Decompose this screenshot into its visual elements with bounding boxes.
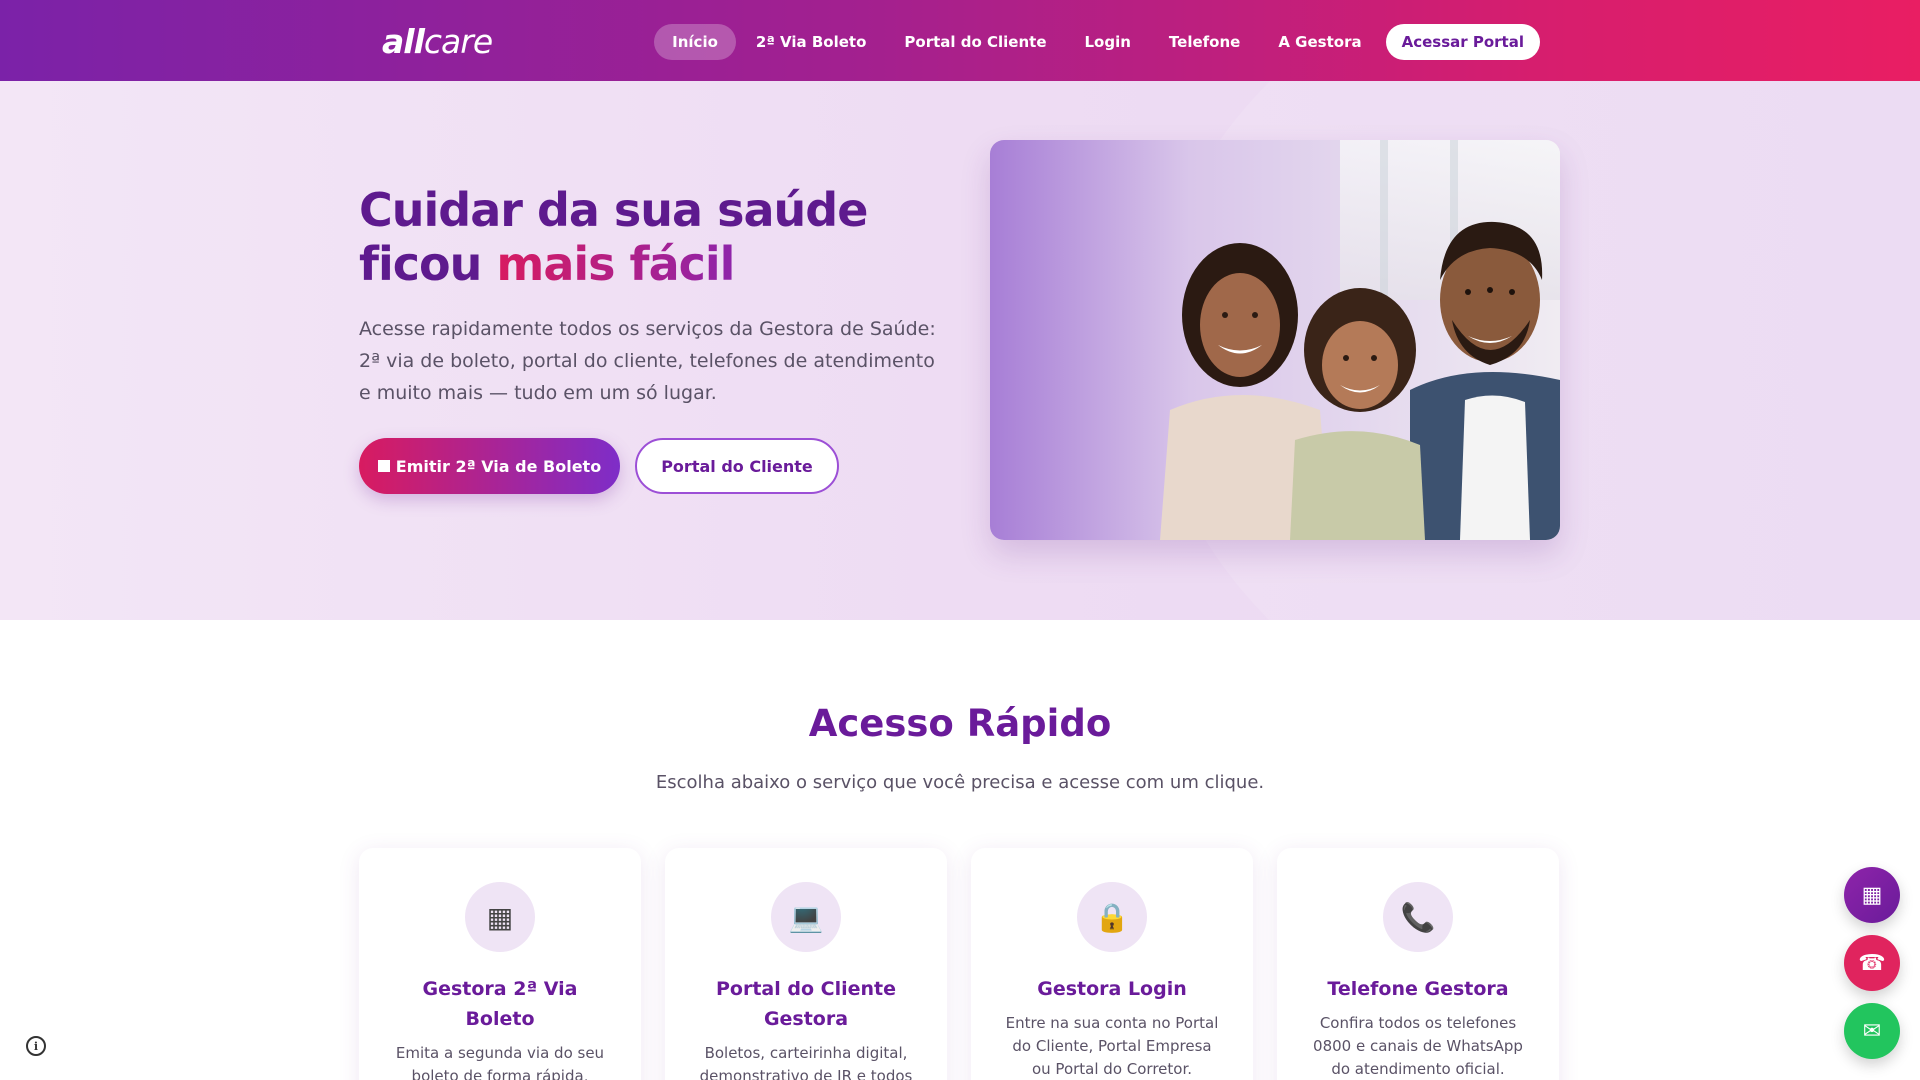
floating-phone-button[interactable]: ☎ [1844,935,1900,991]
card-gestora-login[interactable]: 🔒 Gestora Login Entre na sua conta no Po… [971,848,1253,1080]
nav-item-inicio[interactable]: Início [654,24,736,60]
phone-icon: 📞 [1383,882,1453,952]
logo-light-text: care [423,22,493,61]
top-navbar: allcare Início 2ª Via Boleto Portal do C… [0,0,1920,81]
barcode-icon: ▦ [1861,882,1883,908]
nav-item-portal-do-cliente[interactable]: Portal do Cliente [886,24,1064,60]
card-telefone-gestora[interactable]: 📞 Telefone Gestora Confira todos os tele… [1277,848,1559,1080]
floating-boleto-button[interactable]: ▦ [1844,867,1900,923]
info-icon[interactable]: i [26,1036,46,1056]
card-2a-via-boleto[interactable]: ▦ Gestora 2ª Via Boleto Emita a segunda … [359,848,641,1080]
access-portal-button[interactable]: Acessar Portal [1385,24,1540,60]
barcode-icon: ▦ [465,882,535,952]
hero-title: Cuidar da sua saúde ficou mais fácil [359,183,919,291]
quick-access-title: Acesso Rápido [808,702,1112,745]
card-title: Portal do Cliente Gestora [716,978,896,1030]
card-title: Telefone Gestora [1327,978,1509,1000]
card-text: Confira todos os telefones 0800 e canais… [1313,1014,1523,1078]
nav-item-a-gestora[interactable]: A Gestora [1260,24,1379,60]
family-photo [990,140,1560,540]
card-text: Boletos, carteirinha digital, demonstrat… [699,1044,913,1080]
nav-item-login[interactable]: Login [1067,24,1149,60]
hero-title-line1: Cuidar da sua saúde [359,183,868,237]
family-illustration [990,140,1560,540]
hero-title-line2: ficou [359,237,497,291]
card-text: Emita a segunda via do seu boleto de for… [395,1044,605,1080]
emit-boleto-label: Emitir 2ª Via de Boleto [395,456,602,476]
hero-title-accent: mais fácil [496,237,735,291]
client-portal-button[interactable]: Portal do Cliente [635,438,839,494]
main-nav: Início 2ª Via Boleto Portal do Cliente L… [654,24,1540,60]
laptop-icon: 💻 [771,882,841,952]
hero-subtitle: Acesse rapidamente todos os serviços da … [359,318,936,404]
card-title: Gestora Login [1037,978,1187,1000]
phone-icon: ☎ [1858,950,1886,976]
card-text: Entre na sua conta no Portal do Cliente,… [1005,1014,1219,1078]
allcare-logo[interactable]: allcare [382,22,493,61]
nav-item-telefone[interactable]: Telefone [1151,24,1258,60]
lock-icon: 🔒 [1077,882,1147,952]
logo-bold-text: all [382,22,425,61]
quick-access-cards: ▦ Gestora 2ª Via Boleto Emita a segunda … [359,848,1561,1080]
barcode-icon [377,460,390,472]
card-portal-do-cliente[interactable]: 💻 Portal do Cliente Gestora Boletos, car… [665,848,947,1080]
mail-icon: ✉ [1862,1018,1882,1044]
card-title: Gestora 2ª Via Boleto [422,978,578,1030]
quick-access-subtitle: Escolha abaixo o serviço que você precis… [655,772,1265,793]
floating-mail-button[interactable]: ✉ [1844,1003,1900,1059]
emit-boleto-button[interactable]: Emitir 2ª Via de Boleto [359,438,620,494]
hero-section: Cuidar da sua saúde ficou mais fácil Ace… [0,81,1920,620]
nav-item-2a-via-boleto[interactable]: 2ª Via Boleto [738,24,884,60]
